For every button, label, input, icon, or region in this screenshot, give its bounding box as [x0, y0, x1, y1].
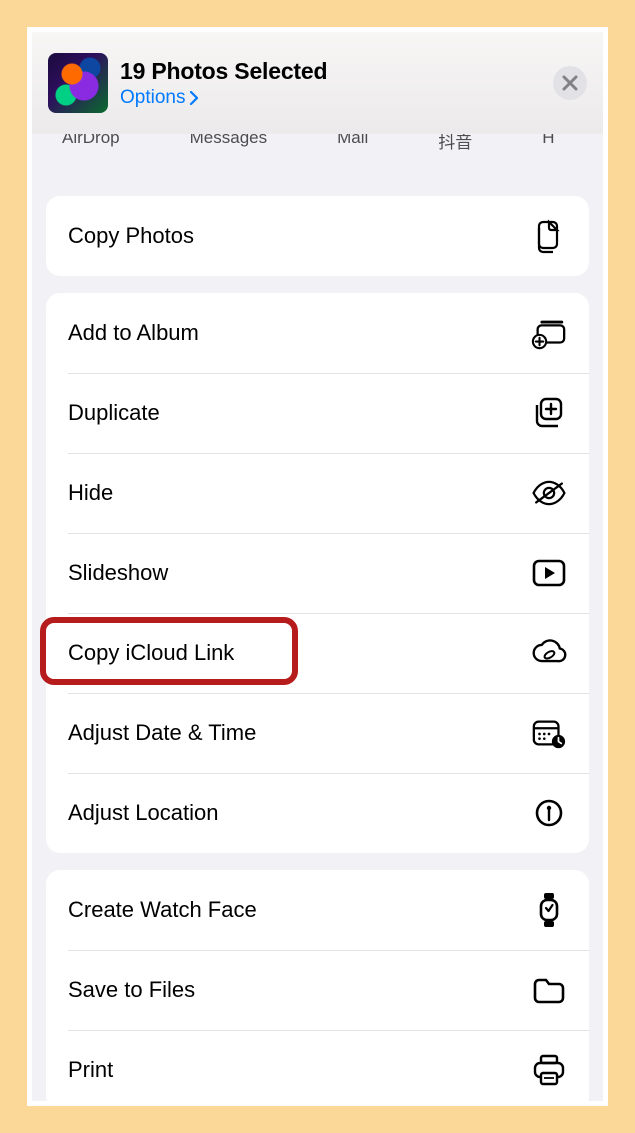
action-print[interactable]: Print [46, 1030, 589, 1101]
action-duplicate[interactable]: Duplicate [46, 373, 589, 453]
add-to-album-icon [531, 315, 567, 351]
selection-thumbnail [48, 53, 108, 113]
close-icon [562, 75, 578, 91]
printer-icon [531, 1052, 567, 1088]
hide-icon [531, 475, 567, 511]
action-group: Add to Album Duplicate [46, 293, 589, 853]
share-app-label[interactable]: Messages [190, 134, 267, 148]
cloud-link-icon [531, 635, 567, 671]
action-slideshow[interactable]: Slideshow [46, 533, 589, 613]
action-label: Copy iCloud Link [68, 640, 234, 666]
action-group: Create Watch Face Save to Files [46, 870, 589, 1101]
action-save-to-files[interactable]: Save to Files [46, 950, 589, 1030]
share-app-label[interactable]: AirDrop [62, 134, 120, 148]
action-label: Duplicate [68, 400, 160, 426]
action-create-watch-face[interactable]: Create Watch Face [46, 870, 589, 950]
copy-photos-icon [531, 218, 567, 254]
close-button[interactable] [553, 66, 587, 100]
action-hide[interactable]: Hide [46, 453, 589, 533]
action-label: Copy Photos [68, 223, 194, 249]
options-button[interactable]: Options [120, 87, 199, 109]
location-pin-icon [531, 795, 567, 831]
share-apps-row[interactable]: AirDrop Messages Mail 抖音 H [32, 134, 603, 182]
action-label: Slideshow [68, 560, 168, 586]
chevron-right-icon [189, 91, 199, 105]
action-adjust-location[interactable]: Adjust Location [46, 773, 589, 853]
action-label: Print [68, 1057, 113, 1083]
calendar-clock-icon [531, 715, 567, 751]
duplicate-icon [531, 395, 567, 431]
share-app-label[interactable]: Mail [337, 134, 368, 148]
watch-icon [531, 892, 567, 928]
action-label: Adjust Date & Time [68, 720, 256, 746]
actions-list[interactable]: Copy Photos Add to Album [32, 182, 603, 1101]
share-title: 19 Photos Selected [120, 58, 553, 85]
action-group: Copy Photos [46, 196, 589, 276]
action-copy-icloud-link[interactable]: Copy iCloud Link [46, 613, 589, 693]
action-adjust-date-time[interactable]: Adjust Date & Time [46, 693, 589, 773]
share-sheet-header: 19 Photos Selected Options [32, 32, 603, 134]
action-copy-photos[interactable]: Copy Photos [46, 196, 589, 276]
slideshow-icon [531, 555, 567, 591]
action-label: Adjust Location [68, 800, 218, 826]
action-label: Hide [68, 480, 113, 506]
share-sheet: 19 Photos Selected Options AirDrop Messa… [32, 32, 603, 1101]
action-label: Create Watch Face [68, 897, 257, 923]
action-label: Save to Files [68, 977, 195, 1003]
action-label: Add to Album [68, 320, 199, 346]
options-label: Options [120, 87, 185, 109]
title-block: 19 Photos Selected Options [120, 58, 553, 109]
action-add-to-album[interactable]: Add to Album [46, 293, 589, 373]
folder-icon [531, 972, 567, 1008]
share-app-label[interactable]: H [542, 134, 554, 148]
share-app-label[interactable]: 抖音 [438, 134, 472, 153]
